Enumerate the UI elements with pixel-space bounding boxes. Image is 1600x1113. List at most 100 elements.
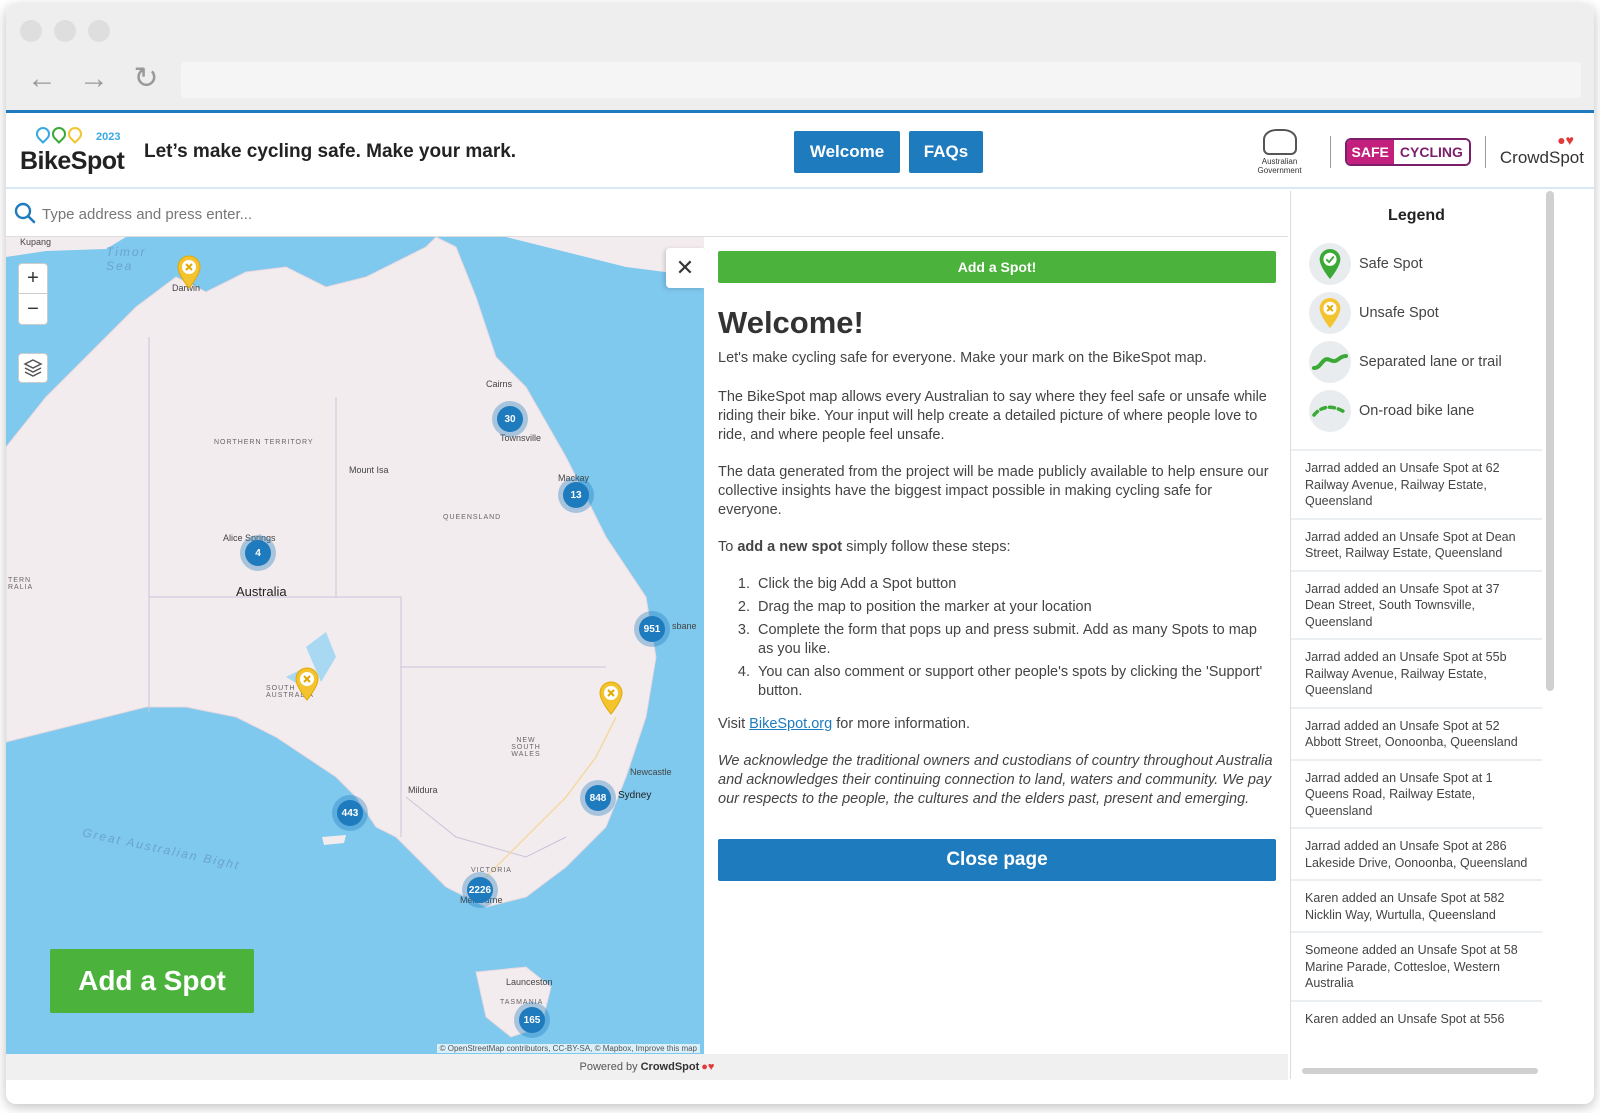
activity-item[interactable]: Jarrad added an Unsafe Spot at 52 Abbott…: [1291, 706, 1542, 759]
step-item: Drag the map to position the marker at y…: [754, 598, 1276, 617]
map-label-launceston: Launceston: [506, 977, 553, 987]
map-label-northern-territory: NORTHERN TERRITORY: [214, 439, 314, 446]
on-road-lane-icon: [1309, 389, 1351, 432]
tagline: Let’s make cycling safe. Make your mark.: [144, 141, 517, 162]
activity-item[interactable]: Karen added an Unsafe Spot at 582 Nickli…: [1291, 879, 1542, 931]
safe-spot-icon: [1309, 242, 1351, 285]
legend-item-on-road-lane: On-road bike lane: [1309, 386, 1542, 435]
close-page-button[interactable]: Close page: [718, 839, 1276, 881]
search-bar: [6, 191, 1288, 237]
welcome-paragraph: The data generated from the project will…: [718, 464, 1269, 518]
activity-item[interactable]: Jarrad added an Unsafe Spot at 37 Dean S…: [1291, 569, 1542, 639]
window-controls: [20, 20, 110, 42]
footer: Powered by CrowdSpot ●♥: [6, 1054, 1288, 1080]
zoom-out-button[interactable]: −: [19, 294, 47, 324]
unsafe-spot-icon: [1309, 291, 1351, 334]
legend-item-separated-lane: Separated lane or trail: [1309, 337, 1542, 386]
step-item: You can also comment or support other pe…: [754, 663, 1276, 701]
divider: [1484, 136, 1486, 168]
spot-cluster[interactable]: 165: [514, 1002, 550, 1038]
forward-arrow-icon[interactable]: →: [78, 64, 110, 94]
map-label-brisbane: sbane: [672, 621, 697, 631]
vertical-scrollbar[interactable]: [1546, 191, 1554, 691]
crowdspot-logo: ●♥ CrowdSpot: [1499, 132, 1584, 167]
legend-item-safe-spot: Safe Spot: [1309, 239, 1542, 288]
add-a-spot-button[interactable]: Add a Spot: [50, 949, 254, 1013]
logo-pins-icon: [33, 124, 85, 144]
minimize-window-dot[interactable]: [54, 20, 76, 42]
step-item: Complete the form that pops up and press…: [754, 621, 1276, 659]
layers-button[interactable]: [18, 353, 48, 383]
australia-map: [6, 237, 704, 1038]
welcome-paragraph: The BikeSpot map allows every Australian…: [718, 389, 1267, 443]
activity-item[interactable]: Someone added an Unsafe Spot at 58 Marin…: [1291, 931, 1542, 1000]
step-item: Click the big Add a Spot button: [754, 575, 1276, 594]
close-window-dot[interactable]: [20, 20, 42, 42]
address-search-input[interactable]: [42, 197, 1242, 231]
map-label-queensland: QUEENSLAND: [443, 514, 502, 521]
maximize-window-dot[interactable]: [88, 20, 110, 42]
bikespot-org-link[interactable]: BikeSpot.org: [749, 716, 832, 732]
visit-text: Visit BikeSpot.org for more information.: [718, 716, 971, 732]
zoom-in-button[interactable]: +: [19, 264, 47, 294]
spot-cluster[interactable]: 4: [240, 535, 276, 571]
address-bar[interactable]: [181, 62, 1581, 98]
map-label-newcastle: Newcastle: [630, 767, 672, 777]
browser-window: ← → ↻ 2023 BikeSpot Let’s make cycling s…: [6, 4, 1594, 1104]
map-label-cairns: Cairns: [486, 379, 513, 389]
crest-icon: [1262, 129, 1297, 155]
logo-text: BikeSpot: [20, 147, 125, 175]
activity-item[interactable]: Jarrad added an Unsafe Spot at 55b Railw…: [1291, 638, 1542, 707]
steps-list: Click the big Add a Spot button Drag the…: [754, 575, 1276, 701]
activity-item[interactable]: Jarrad added an Unsafe Spot at 286 Lakes…: [1291, 827, 1542, 879]
separated-lane-icon: [1309, 340, 1351, 383]
map-label-mildura: Mildura: [408, 785, 438, 795]
spot-cluster[interactable]: 951: [634, 611, 670, 647]
browser-chrome: ← → ↻: [6, 4, 1594, 112]
balloons-icon: ●♥: [701, 1061, 715, 1073]
activity-item[interactable]: Jarrad added an Unsafe Spot at 62 Railwa…: [1291, 449, 1542, 518]
safe-cycling-logo: SAFE CYCLING: [1344, 138, 1471, 166]
app-header: 2023 BikeSpot Let’s make cycling safe. M…: [6, 113, 1594, 189]
australian-government-logo: Australian Government: [1244, 129, 1316, 175]
map-label-western-australia: TERN RALIA: [8, 577, 34, 591]
spot-cluster[interactable]: 848: [580, 780, 616, 816]
welcome-panel: Add a Spot! Welcome! Let's make cycling …: [704, 237, 1288, 1054]
map-label-australia: Australia: [236, 584, 287, 599]
search-icon[interactable]: [14, 202, 36, 224]
horizontal-scrollbar[interactable]: [1302, 1068, 1538, 1074]
welcome-intro: Let's make cycling safe for everyone. Ma…: [718, 350, 1207, 366]
spot-cluster[interactable]: 13: [558, 477, 594, 513]
activity-item[interactable]: Karen added an Unsafe Spot at 556: [1291, 999, 1542, 1036]
map-label-timor-sea: Timor Sea: [106, 245, 147, 273]
activity-item[interactable]: Jarrad added an Unsafe Spot at Dean Stre…: [1291, 517, 1542, 570]
legend-item-unsafe-spot: Unsafe Spot: [1309, 288, 1542, 337]
layers-icon: [23, 359, 43, 377]
activity-feed: Jarrad added an Unsafe Spot at 62 Railwa…: [1291, 449, 1542, 1035]
spot-cluster[interactable]: 30: [492, 401, 528, 437]
legend-items: Safe Spot Unsafe Spot Separated lane or …: [1291, 225, 1542, 435]
unsafe-spot-marker-icon[interactable]: [294, 667, 320, 701]
spot-cluster[interactable]: 443: [332, 795, 368, 831]
map-attribution[interactable]: © OpenStreetMap contributors, CC-BY-SA, …: [436, 1044, 700, 1053]
faqs-button[interactable]: FAQs: [909, 131, 983, 173]
crowdspot-footer-link[interactable]: CrowdSpot: [641, 1061, 700, 1073]
legend-title: Legend: [1388, 207, 1445, 224]
unsafe-spot-marker-icon[interactable]: [176, 255, 202, 289]
unsafe-spot-marker-icon[interactable]: [598, 681, 624, 715]
close-panel-button[interactable]: ✕: [666, 248, 704, 288]
back-arrow-icon[interactable]: ←: [26, 64, 58, 94]
map-view[interactable]: NORTHERN TERRITORY QUEENSLAND SOUTH AUST…: [6, 237, 704, 1054]
map-label-new-south-wales: NEW SOUTH WALES: [511, 737, 541, 758]
logo-year: 2023: [96, 131, 121, 143]
steps-intro: To add a new spot simply follow these st…: [718, 539, 1011, 555]
activity-item[interactable]: Jarrad added an Unsafe Spot at 1 Queens …: [1291, 758, 1542, 828]
welcome-title: Welcome!: [718, 305, 864, 340]
bikespot-logo[interactable]: 2023 BikeSpot: [20, 124, 130, 177]
balloons-icon: ●♥: [1557, 132, 1574, 148]
add-spot-panel-button[interactable]: Add a Spot!: [718, 251, 1276, 283]
spot-cluster[interactable]: 2226: [462, 872, 498, 908]
map-label-mount-isa: Mount Isa: [349, 465, 389, 475]
welcome-button[interactable]: Welcome: [794, 131, 900, 173]
reload-icon[interactable]: ↻: [130, 64, 162, 94]
